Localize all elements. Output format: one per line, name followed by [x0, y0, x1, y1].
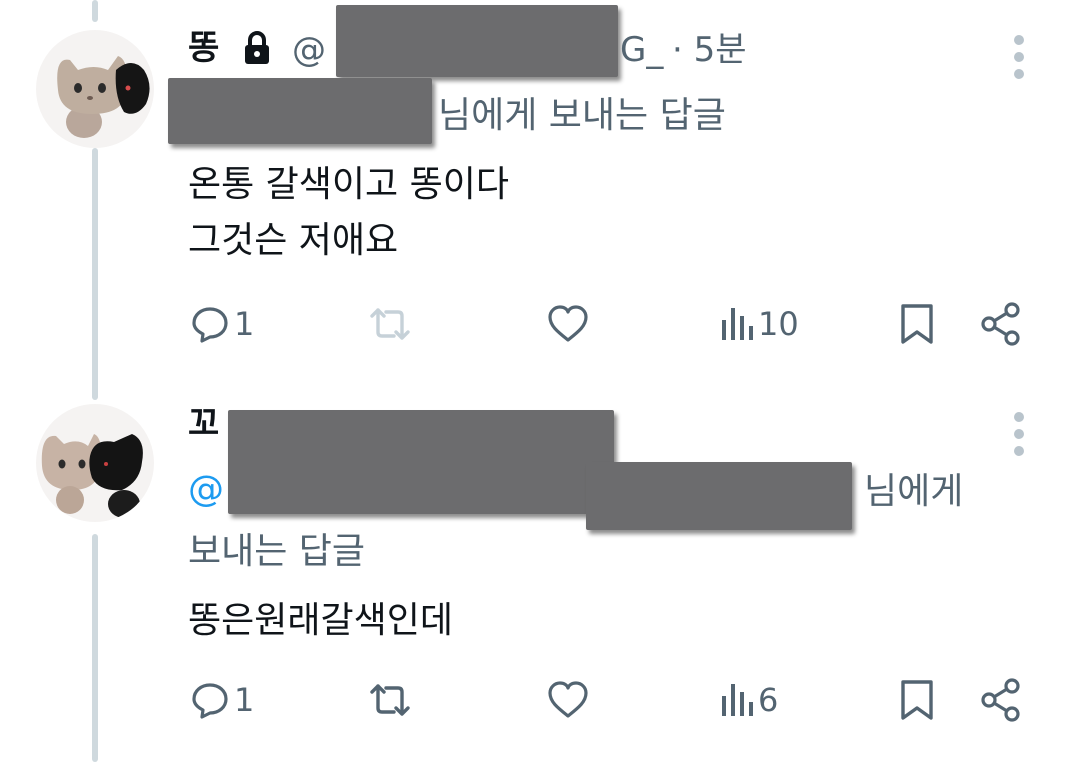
views-icon [722, 684, 753, 716]
handle-start[interactable]: @ [188, 470, 224, 510]
bookmark-button[interactable] [898, 302, 936, 346]
redacted-name [228, 410, 614, 514]
more-dots-icon[interactable] [1014, 412, 1026, 463]
reply-count: 1 [234, 681, 255, 719]
like-button[interactable] [546, 680, 590, 720]
heart-icon [548, 305, 588, 342]
replying-to-label: 님에게 보내는 답글 [438, 95, 726, 136]
thread-line-2 [92, 534, 98, 762]
author-name[interactable]: 꼬 [188, 404, 219, 444]
redacted-handle [336, 5, 618, 77]
retweet-button[interactable] [366, 680, 414, 720]
bookmark-button[interactable] [898, 678, 936, 722]
redacted-reply-target [168, 78, 432, 144]
views-icon [722, 308, 753, 340]
share-button[interactable] [980, 678, 1022, 722]
reply-icon [192, 307, 228, 343]
reply-icon [192, 683, 228, 719]
retweet-icon [370, 308, 410, 340]
avatar[interactable] [36, 404, 154, 522]
views-count: 10 [758, 305, 799, 343]
replying-to-label-cont: 보내는 답글 [188, 531, 366, 572]
share-button[interactable] [980, 302, 1022, 346]
lock-icon [245, 31, 269, 64]
retweet-icon [370, 684, 410, 716]
share-icon [981, 678, 1020, 722]
like-button[interactable] [546, 304, 590, 344]
cat-avatar-icon [41, 434, 143, 518]
retweet-button[interactable] [366, 304, 414, 344]
timestamp[interactable]: · 5분 [672, 30, 747, 70]
more-dots-icon[interactable] [1014, 35, 1026, 86]
replying-to-label: 님에게 [864, 471, 964, 512]
avatar[interactable] [36, 30, 154, 148]
heart-icon [548, 681, 588, 718]
cat-avatar-icon [57, 56, 150, 138]
author-name[interactable]: 똥 [188, 28, 219, 68]
handle-start[interactable]: @ [292, 30, 326, 70]
handle-end[interactable]: G_ [620, 30, 663, 70]
bookmark-icon [901, 680, 933, 720]
thread-line-top [92, 0, 98, 22]
share-icon [981, 302, 1020, 346]
views-button[interactable]: 6 [720, 680, 778, 720]
tweet-text-line-2: 그것슨 저애요 [188, 220, 399, 261]
tweet-text-line-1: 똥은원래갈색인데 [188, 600, 453, 641]
reply-count: 1 [234, 305, 255, 343]
thread-line-1 [92, 148, 98, 400]
reply-button[interactable]: 1 [190, 680, 254, 720]
views-button[interactable]: 10 [720, 304, 799, 344]
reply-button[interactable]: 1 [190, 304, 254, 344]
views-count: 6 [758, 681, 779, 719]
redacted-mention [586, 462, 852, 530]
tweet-text-line-1: 온통 갈색이고 똥이다 [188, 164, 509, 205]
bookmark-icon [901, 304, 933, 344]
